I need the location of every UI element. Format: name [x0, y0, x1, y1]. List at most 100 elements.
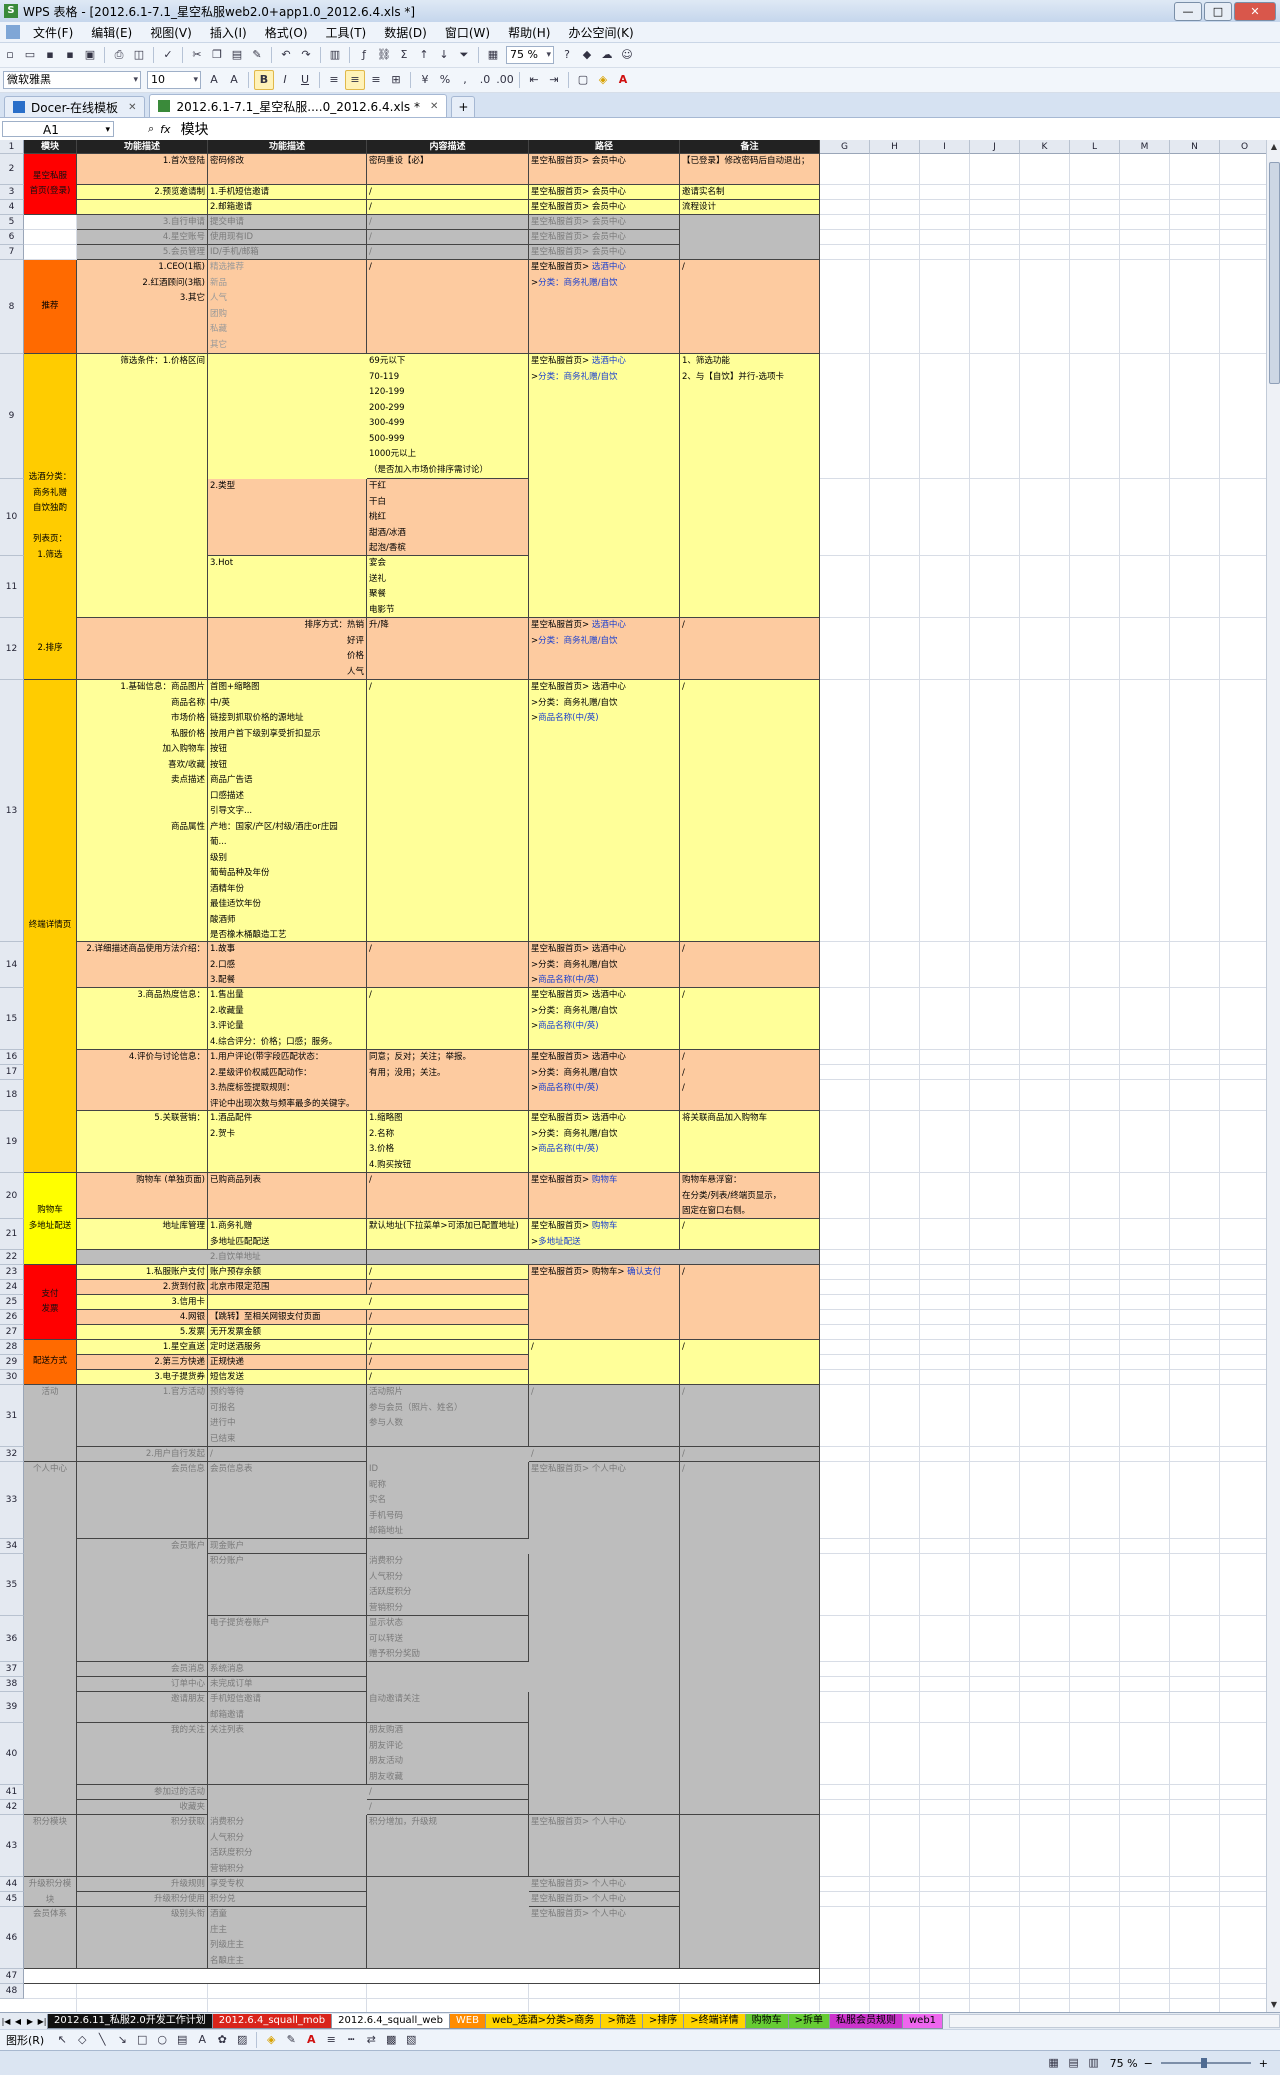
- cell-r11c[interactable]: 3.Hot: [208, 556, 367, 618]
- sort-ascending-icon[interactable]: ↑: [415, 46, 433, 64]
- cell-r20d[interactable]: /: [367, 1173, 529, 1219]
- menu-window[interactable]: 窗口(W): [436, 24, 499, 41]
- cell-r33d[interactable]: ID 昵称 实名 手机号码 邮箱地址: [367, 1462, 529, 1539]
- arrow-style-icon[interactable]: ⇄: [362, 2031, 380, 2049]
- cell-r46b[interactable]: 级别头衔: [77, 1907, 208, 1969]
- cell-r37b[interactable]: 会员消息: [77, 1662, 208, 1677]
- cell-r40c[interactable]: 关注列表: [208, 1723, 367, 1785]
- cell-r12e[interactable]: 星空私服首页> 选酒中心 >分类：商务礼赠/自饮: [529, 618, 680, 680]
- path-link[interactable]: 购物车: [589, 1175, 618, 1185]
- menu-view[interactable]: 视图(V): [141, 24, 201, 41]
- path-link[interactable]: 商品名称(中/英): [538, 1083, 599, 1093]
- cell-r31b[interactable]: 1.官方活动: [77, 1385, 208, 1447]
- cell-r20c[interactable]: 已购商品列表: [208, 1173, 367, 1219]
- cell-r20b[interactable]: 购物车 (单独页面): [77, 1173, 208, 1219]
- cell-r39d[interactable]: 自动邀请关注: [367, 1692, 529, 1723]
- cell-r4d[interactable]: /: [367, 200, 529, 215]
- cell-r11d[interactable]: 宴会 送礼 聚餐 电影节: [367, 556, 529, 618]
- cell-r28f[interactable]: /: [680, 1340, 820, 1385]
- sheet-tab[interactable]: 私服会员规则: [829, 2013, 903, 2029]
- sheet-tab[interactable]: web1: [902, 2013, 944, 2029]
- cell-r31f[interactable]: /: [680, 1385, 820, 1447]
- save-icon[interactable]: ▪: [41, 46, 59, 64]
- cell-r22c[interactable]: 2.自饮单地址: [208, 1250, 367, 1265]
- column-header-g[interactable]: G: [820, 140, 870, 154]
- cell-r28a[interactable]: 配送方式: [24, 1340, 77, 1385]
- cell-r13a[interactable]: 终端详情页: [24, 680, 77, 1173]
- sheet-tab[interactable]: web_选酒>分类>商务: [485, 2013, 602, 2029]
- cell-r29b[interactable]: 2.第三方快递: [77, 1355, 208, 1370]
- cell-r16e[interactable]: 星空私服首页> 选酒中心 >分类：商务礼赠/自饮 >商品名称(中/英): [529, 1050, 680, 1111]
- insert-function-icon[interactable]: ƒ: [355, 46, 373, 64]
- cell-r7c[interactable]: ID/手机/邮箱: [208, 245, 367, 260]
- cell-r35d[interactable]: 消费积分 人气积分 活跃度积分 营销积分: [367, 1554, 529, 1616]
- cell-r31c[interactable]: 预约等待 可报名 进行中 已结束: [208, 1385, 367, 1447]
- row-header[interactable]: 3: [0, 185, 24, 200]
- row-header[interactable]: 5: [0, 215, 24, 230]
- shrink-font-icon[interactable]: A: [225, 71, 243, 89]
- page-break-icon[interactable]: ▥: [1085, 2054, 1103, 2072]
- cell-r5d[interactable]: /: [367, 215, 529, 230]
- cell-r2c[interactable]: 密码修改: [208, 154, 367, 185]
- menu-data[interactable]: 数据(D): [375, 24, 436, 41]
- menu-edit[interactable]: 编辑(E): [82, 24, 141, 41]
- cell-r38c[interactable]: 未完成订单: [208, 1677, 367, 1692]
- row-header[interactable]: 31: [0, 1385, 24, 1447]
- picture-icon[interactable]: ▨: [233, 2031, 251, 2049]
- cell-r33f[interactable]: /: [680, 1462, 820, 1815]
- cell-r26d[interactable]: /: [367, 1310, 529, 1325]
- row-header[interactable]: 47: [0, 1969, 24, 1984]
- zoom-combo[interactable]: 75 %: [506, 46, 554, 64]
- row-header[interactable]: 9: [0, 354, 24, 479]
- cell-r28e[interactable]: /: [529, 1340, 680, 1385]
- hyperlink-icon[interactable]: ⛓: [375, 46, 393, 64]
- cell-r39b[interactable]: 邀请朋友: [77, 1692, 208, 1723]
- cell-r8b[interactable]: 1.CEO(1瓶) 2.红酒顾问(3瓶) 3.其它: [77, 260, 208, 354]
- header-cell[interactable]: 模块: [24, 140, 77, 154]
- cell-r24b[interactable]: 2.货到付款: [77, 1280, 208, 1295]
- cell-r27d[interactable]: /: [367, 1325, 529, 1340]
- row-header[interactable]: 33: [0, 1462, 24, 1539]
- cell-r33c[interactable]: 会员信息表: [208, 1462, 367, 1539]
- cell-r29d[interactable]: /: [367, 1355, 529, 1370]
- menu-format[interactable]: 格式(O): [256, 24, 317, 41]
- cell-r44b[interactable]: 升级规则: [77, 1877, 208, 1892]
- cell-r5e[interactable]: 星空私服首页> 会员中心: [529, 215, 680, 230]
- shadow-icon[interactable]: ▩: [382, 2031, 400, 2049]
- cell-r2e[interactable]: 星空私服首页> 会员中心: [529, 154, 680, 185]
- menu-file[interactable]: 文件(F): [24, 24, 82, 41]
- sheet-tab[interactable]: 2012.6.4_squall_web: [331, 2013, 450, 2029]
- autosum-icon[interactable]: Σ: [395, 46, 413, 64]
- cell-r42b[interactable]: 收藏夹: [77, 1800, 208, 1815]
- cell-r15f[interactable]: /: [680, 988, 820, 1050]
- row-header[interactable]: 45: [0, 1892, 24, 1907]
- cell-r7b[interactable]: 5.会员管理: [77, 245, 208, 260]
- thousands-icon[interactable]: ,: [456, 71, 474, 89]
- cell-r40d[interactable]: 朋友购酒 朋友评论 朋友活动 朋友收藏: [367, 1723, 529, 1785]
- font-size-combo[interactable]: 10: [147, 71, 201, 89]
- cell-r21f[interactable]: /: [680, 1219, 820, 1250]
- cell-r15d[interactable]: /: [367, 988, 529, 1050]
- export-pdf-icon[interactable]: ▣: [81, 46, 99, 64]
- cell-r36d[interactable]: 显示状态 可以转送 赠予积分奖励: [367, 1616, 529, 1662]
- cell-r19e[interactable]: 星空私服首页> 选酒中心 >分类：商务礼赠/自饮 >商品名称(中/英): [529, 1111, 680, 1173]
- cell-r41b[interactable]: 参加过的活动: [77, 1785, 208, 1800]
- docer-icon[interactable]: ◆: [578, 46, 596, 64]
- path-link[interactable]: 商品名称(中/英): [538, 713, 599, 723]
- row-header[interactable]: 46: [0, 1907, 24, 1969]
- row-header[interactable]: 20: [0, 1173, 24, 1219]
- cell-r21c[interactable]: 1.商务礼赠 多地址匹配配送: [208, 1219, 367, 1250]
- oval-icon[interactable]: ○: [153, 2031, 171, 2049]
- row-header[interactable]: 30: [0, 1370, 24, 1385]
- close-tab-icon[interactable]: ✕: [430, 101, 438, 112]
- cell-r8f[interactable]: /: [680, 260, 820, 354]
- cell-r3e[interactable]: 星空私服首页> 会员中心: [529, 185, 680, 200]
- cell-r14e[interactable]: 星空私服首页> 选酒中心 >分类：商务礼赠/自饮 >商品名称(中/英): [529, 942, 680, 988]
- cell-r23a[interactable]: 支付 发票: [24, 1265, 77, 1340]
- borders-icon[interactable]: ▢: [574, 71, 592, 89]
- sheet-tab[interactable]: >拆单: [787, 2013, 830, 2029]
- row-col-icon[interactable]: ▥: [326, 46, 344, 64]
- merge-center-icon[interactable]: ⊞: [387, 71, 405, 89]
- horizontal-scrollbar[interactable]: [949, 2014, 1280, 2028]
- cell-r20f[interactable]: 购物车悬浮窗： 在分类/列表/终端页显示， 固定在窗口右侧。: [680, 1173, 820, 1219]
